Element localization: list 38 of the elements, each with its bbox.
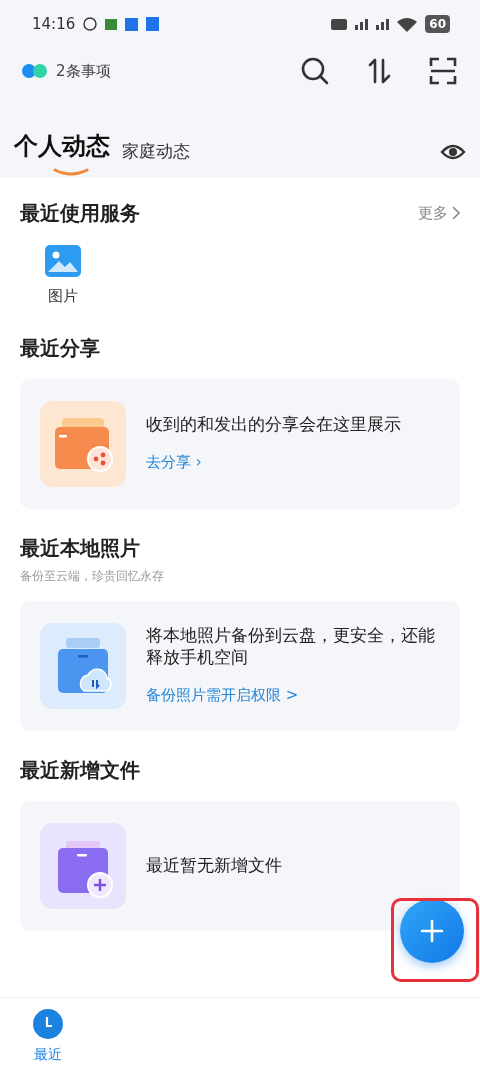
service-item[interactable]: 图片: [20, 244, 106, 309]
section-title: 最近使用服务: [20, 200, 140, 227]
card-message: 收到的和发出的分享会在这里展示: [146, 413, 401, 436]
eye-icon[interactable]: [440, 142, 466, 162]
chevron-icon: [452, 206, 460, 220]
notification-icon: [83, 17, 98, 31]
scan-icon[interactable]: [428, 56, 458, 86]
section-subtitle: 备份至云端，珍贵回忆永存: [20, 567, 165, 585]
tab[interactable]: 家庭动态: [122, 138, 202, 178]
reminder-text[interactable]: 2条事项: [56, 59, 111, 83]
image-icon: [45, 245, 81, 277]
section-title: 最近本地照片: [20, 534, 141, 562]
file-add-icon: [40, 822, 126, 909]
clock-icon: [32, 1008, 64, 1040]
signal-icon: [376, 18, 390, 30]
underline-indicator: [52, 168, 89, 176]
card-message: 将本地照片备份到云盘，更安全，还能释放手机空间: [146, 624, 436, 669]
card-message: 最近暂无新增文件: [146, 854, 282, 877]
section-title: 最近分享: [20, 334, 101, 362]
battery-level: 60: [425, 15, 450, 33]
more-link[interactable]: 更多: [418, 201, 460, 225]
action-link[interactable]: 备份照片需开启权限 >: [146, 684, 440, 707]
section-title: 最近新增文件: [20, 756, 141, 784]
search-icon[interactable]: [300, 56, 330, 86]
nav-tab[interactable]: 最近: [0, 998, 96, 1070]
plus-icon: [420, 919, 444, 943]
signal-icon: [355, 18, 369, 30]
tab[interactable]: 个人动态: [14, 128, 122, 178]
action-link[interactable]: 去分享 ›: [146, 451, 401, 474]
hd-icon: [331, 18, 348, 30]
wifi-icon: [397, 16, 418, 32]
reminder-icon: [22, 64, 48, 78]
app-icon: [146, 17, 160, 31]
app-icon: [105, 18, 118, 30]
folder-share-icon: [40, 400, 126, 487]
app-icon: [125, 17, 139, 31]
status-time: 14:16: [32, 13, 76, 35]
cloud-backup-icon: [40, 622, 126, 709]
